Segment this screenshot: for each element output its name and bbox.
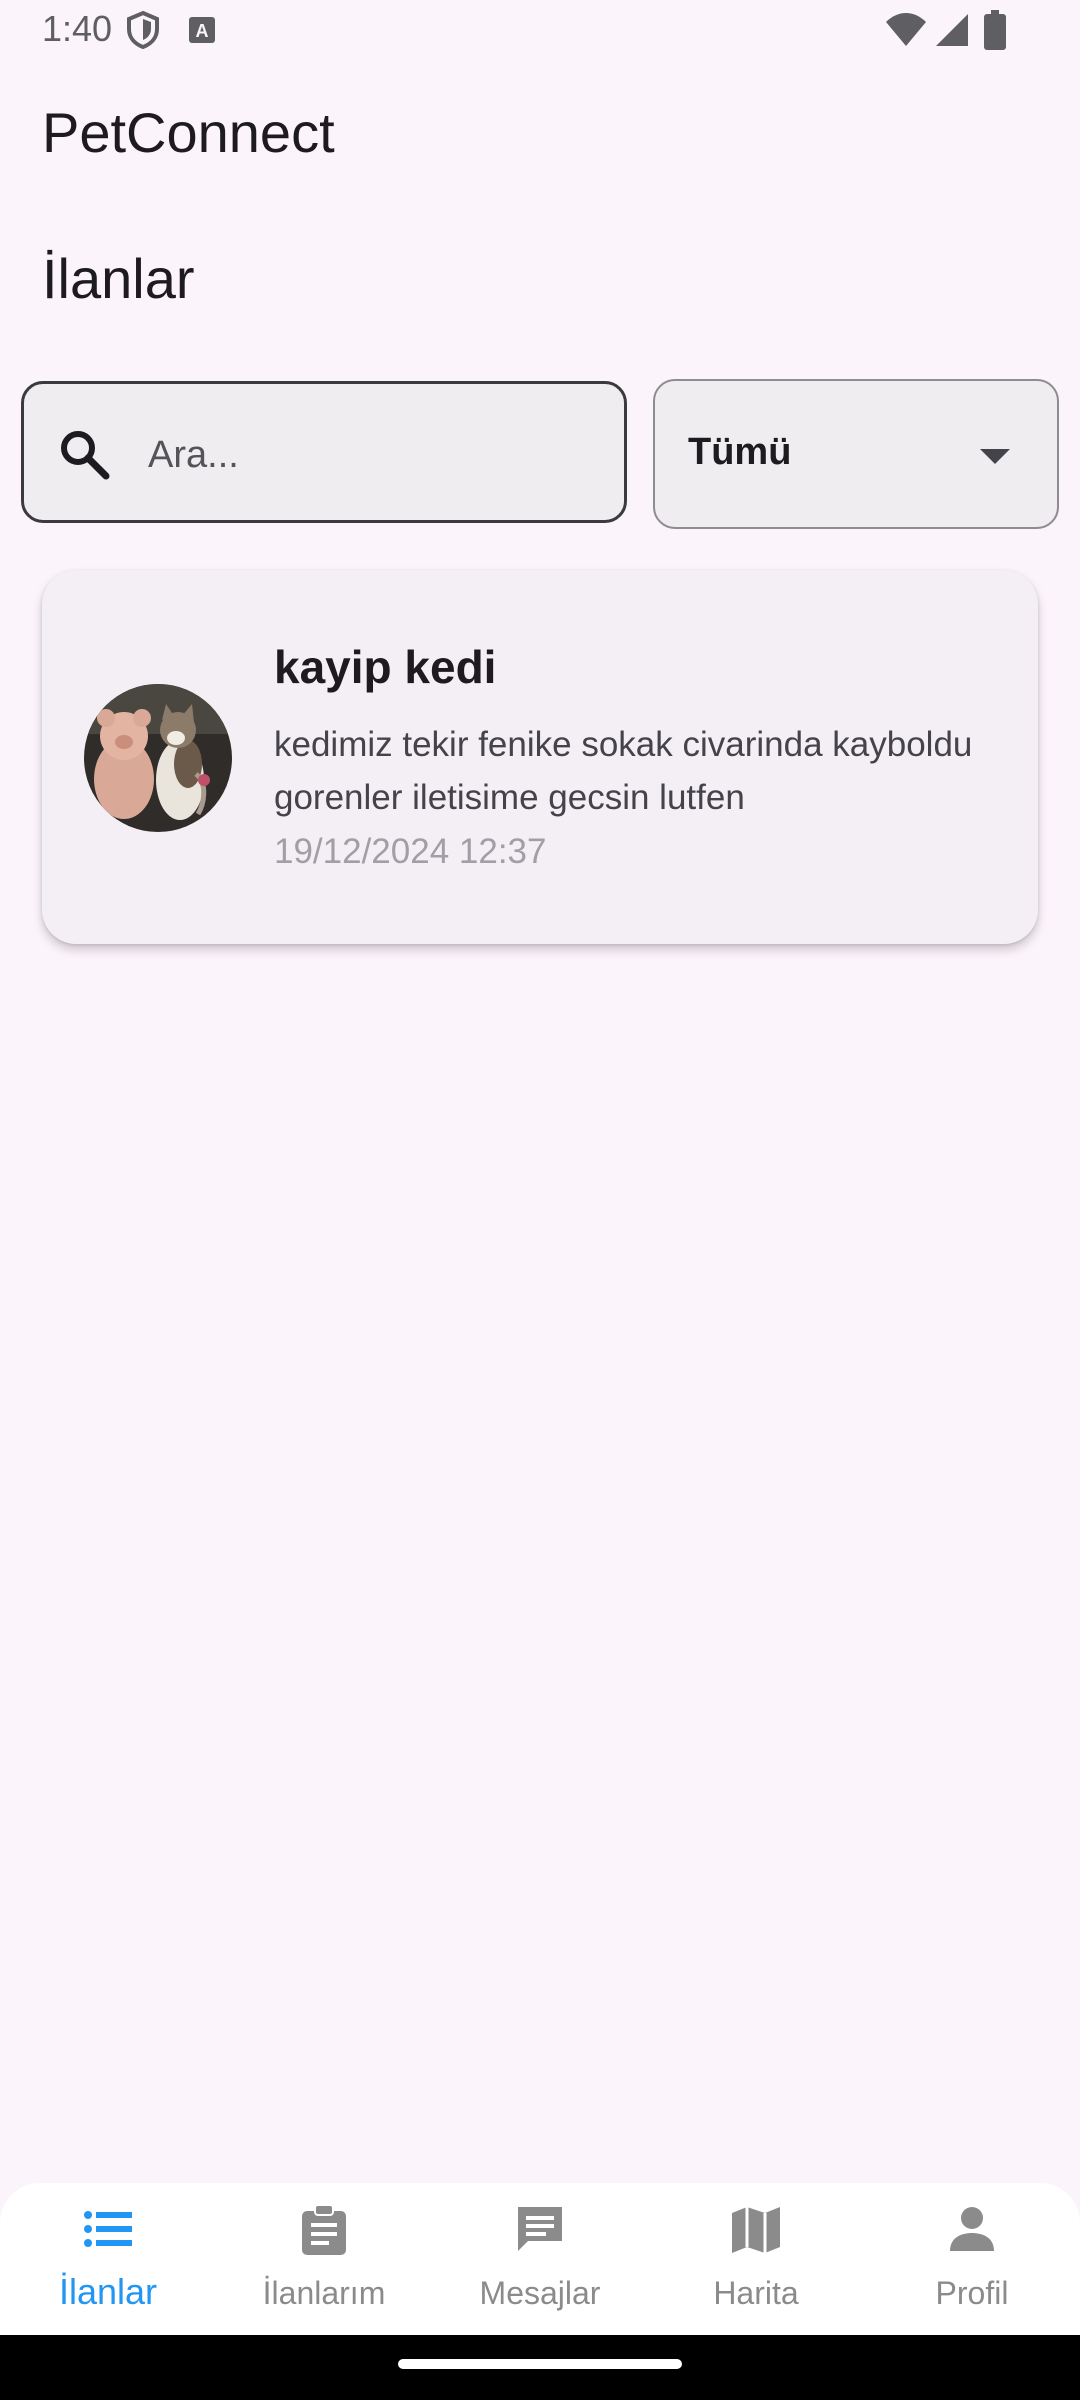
clipboard-icon [302,2204,346,2255]
category-filter-dropdown[interactable]: Tümü [653,379,1059,529]
listing-description: kedimiz tekir fenike sokak civarinda kay… [274,725,973,817]
person-icon [950,2207,994,2251]
dropdown-arrow-icon [980,449,1010,470]
nav-item-ilanlarim[interactable]: İlanlarım [216,2183,432,2335]
signal-icon [934,12,970,53]
system-navigation-bar [0,2335,1080,2400]
listing-title: kayip kedi [274,641,497,693]
listing-card[interactable]: kayip kedi kedimiz tekir fenike sokak ci… [42,570,1038,944]
status-time: 1:40 [42,8,113,49]
nav-item-mesajlar[interactable]: Mesajlar [432,2183,648,2335]
message-icon [518,2207,562,2251]
list-icon [84,2211,132,2247]
home-indicator[interactable] [398,2359,682,2369]
nav-label-ilanlarim: İlanlarım [262,2275,386,2311]
nav-label-ilanlar: İlanlar [58,2271,158,2312]
svg-text:A: A [196,21,209,41]
nav-item-ilanlar[interactable]: İlanlar [0,2183,216,2335]
search-input[interactable] [146,414,590,496]
keyboard-a-icon: A [188,16,216,49]
page-title: İlanlar [42,247,195,310]
nav-label-profil: Profil [935,2275,1009,2311]
search-icon [58,428,110,485]
app-title: PetConnect [42,101,335,164]
map-icon [732,2207,780,2253]
search-box[interactable] [21,381,627,523]
status-bar: 1:40 A [0,0,1080,64]
wifi-icon [884,12,928,53]
listing-image [84,684,232,832]
shield-icon [126,10,160,55]
battery-icon [984,10,1006,55]
nav-item-profil[interactable]: Profil [864,2183,1080,2335]
nav-label-harita: Harita [713,2275,799,2311]
nav-label-mesajlar: Mesajlar [479,2275,601,2311]
listing-date: 19/12/2024 12:37 [274,832,547,871]
nav-item-harita[interactable]: Harita [648,2183,864,2335]
bottom-navigation: İlanlar İlanlarım Mesajlar Harita Profil [0,2183,1080,2335]
filter-selected-value: Tümü [688,431,792,473]
